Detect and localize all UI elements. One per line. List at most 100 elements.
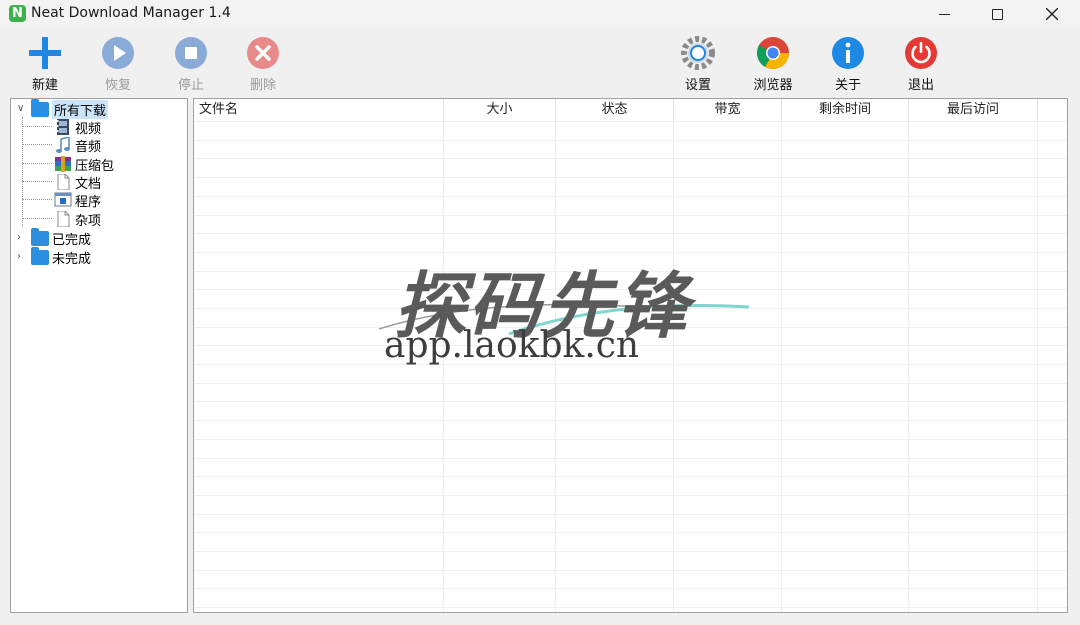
grid-row-line (194, 495, 1067, 496)
app-window: N Neat Download Manager 1.4 新建 恢复 停止 删除 … (0, 0, 1080, 625)
grid-row-line (194, 215, 1067, 216)
maximize-icon (991, 8, 1003, 20)
grid-row-line (194, 420, 1067, 421)
tree-item-label: 音频 (75, 139, 102, 155)
folder-icon (31, 247, 49, 265)
grid-row-line (194, 140, 1067, 141)
grid-row-line (194, 458, 1067, 459)
grid-row-line (194, 476, 1067, 477)
tree-item-incomplete[interactable]: › 未完成 (17, 247, 92, 267)
delete-button-label: 删除 (249, 78, 276, 93)
tree-item-label: 已完成 (52, 232, 92, 248)
settings-button[interactable]: 设置 (666, 32, 730, 93)
chevron-down-icon[interactable]: ∨ (17, 104, 27, 114)
window-title: Neat Download Manager 1.4 (31, 5, 231, 21)
maximize-button[interactable] (970, 0, 1024, 28)
status-bar (0, 613, 1080, 625)
browser-button-label: 浏览器 (753, 78, 793, 93)
power-icon (905, 37, 937, 69)
grid-row-line (194, 532, 1067, 533)
resume-button[interactable]: 恢复 (86, 32, 150, 93)
minimize-button[interactable] (917, 0, 971, 28)
music-note-icon (56, 137, 70, 153)
gear-icon (681, 36, 715, 70)
play-icon (102, 37, 134, 69)
grid-row-line (194, 158, 1067, 159)
tree-item-label: 程序 (75, 194, 102, 210)
column-header-filename[interactable]: 文件名 (194, 99, 444, 121)
tree-item-program[interactable]: 程序 (54, 191, 102, 210)
grid-column (444, 121, 556, 612)
tree-item-completed[interactable]: › 已完成 (17, 228, 92, 248)
toolbar: 新建 恢复 停止 删除 设置 浏览器 关于 退出 (0, 28, 1080, 96)
app-logo-icon: N (9, 5, 26, 22)
grid-column (782, 121, 909, 612)
file-icon (57, 211, 70, 227)
download-list: 文件名 大小 状态 带宽 剩余时间 最后访问 探码先锋 app.laokbk.c… (193, 98, 1068, 613)
about-button-label: 关于 (834, 78, 861, 93)
tree-item-label: 所有下载 (52, 99, 109, 119)
tree-item-video[interactable]: 视频 (54, 118, 102, 137)
grid-row-line (194, 177, 1067, 178)
chevron-right-icon[interactable]: › (17, 233, 27, 243)
about-button[interactable]: 关于 (816, 32, 880, 93)
plus-icon (29, 37, 61, 69)
close-icon (1046, 8, 1058, 20)
delete-button[interactable]: 删除 (231, 32, 295, 93)
chevron-right-icon[interactable]: › (17, 252, 27, 262)
stop-button-label: 停止 (177, 78, 204, 93)
minimize-icon (938, 13, 950, 15)
grid-column (556, 121, 674, 612)
delete-icon (247, 37, 279, 69)
category-tree: ∨ 所有下载 视频 音频 压缩包 文档 程序 杂项 › 已完成 › 未完成 (10, 98, 188, 613)
title-bar: N Neat Download Manager 1.4 (0, 0, 1080, 28)
tree-item-document[interactable]: 文档 (54, 173, 102, 192)
grid-row-line (194, 233, 1067, 234)
tree-item-archive[interactable]: 压缩包 (54, 155, 115, 174)
program-icon (54, 192, 72, 207)
grid-row-line (194, 588, 1067, 589)
folder-icon (31, 99, 49, 117)
stop-icon (175, 37, 207, 69)
tree-item-label: 文档 (75, 176, 102, 192)
column-header-last-access[interactable]: 最后访问 (909, 99, 1038, 121)
film-icon (57, 119, 69, 135)
tree-item-label: 压缩包 (75, 158, 115, 174)
tree-item-misc[interactable]: 杂项 (54, 210, 102, 229)
info-icon (832, 37, 864, 69)
column-header-bandwidth[interactable]: 带宽 (674, 99, 782, 121)
folder-icon (31, 228, 49, 246)
new-button-label: 新建 (31, 78, 58, 93)
grid-row-line (194, 121, 1067, 122)
tree-item-audio[interactable]: 音频 (54, 136, 102, 155)
grid-row-line (194, 439, 1067, 440)
close-button[interactable] (1025, 0, 1079, 28)
column-header-time-left[interactable]: 剩余时间 (782, 99, 909, 121)
grid-row-line (194, 570, 1067, 571)
document-icon (57, 174, 70, 190)
tree-item-label: 视频 (75, 121, 102, 137)
grid-column (909, 121, 1038, 612)
tree-item-all-downloads[interactable]: ∨ 所有下载 (17, 99, 109, 119)
grid-row-line (194, 607, 1067, 608)
column-header-size[interactable]: 大小 (444, 99, 556, 121)
tree-item-label: 杂项 (75, 213, 102, 229)
grid-column (674, 121, 782, 612)
grid-column (194, 121, 444, 612)
tree-item-label: 未完成 (52, 251, 92, 267)
grid-row-line (194, 551, 1067, 552)
settings-button-label: 设置 (684, 78, 711, 93)
column-header-status[interactable]: 状态 (556, 99, 674, 121)
browser-button[interactable]: 浏览器 (741, 32, 805, 93)
archive-icon (55, 156, 71, 172)
watermark-url: app.laokbk.cn (384, 325, 640, 366)
chrome-icon (757, 37, 789, 69)
grid-row-line (194, 196, 1067, 197)
stop-button[interactable]: 停止 (159, 32, 223, 93)
exit-button[interactable]: 退出 (889, 32, 953, 93)
grid-row-line (194, 514, 1067, 515)
new-button[interactable]: 新建 (13, 32, 77, 93)
resume-button-label: 恢复 (104, 78, 131, 93)
grid-row-line (194, 383, 1067, 384)
exit-button-label: 退出 (907, 78, 934, 93)
